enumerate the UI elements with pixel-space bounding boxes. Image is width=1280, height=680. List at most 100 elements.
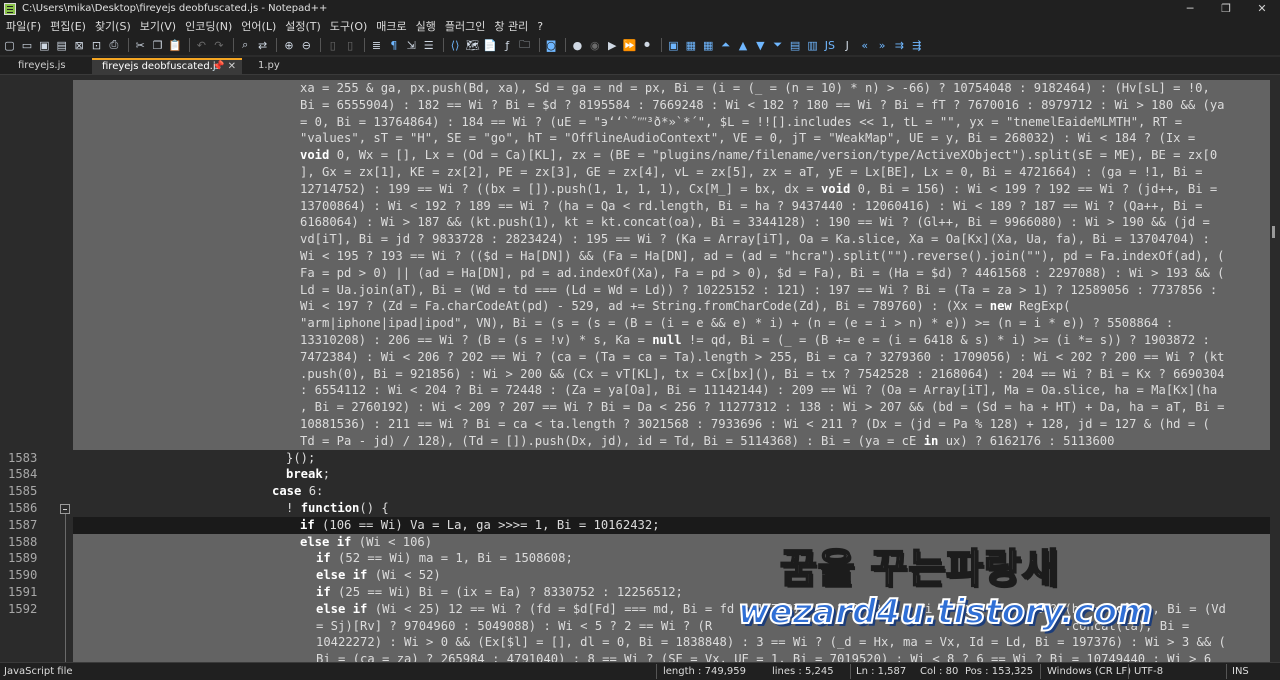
tab-fireyejs[interactable]: fireyejs.js [8, 58, 88, 75]
udl-icon[interactable]: ☰ [421, 38, 436, 53]
redo-icon[interactable]: ↷ [211, 38, 226, 53]
code-line[interactable]: ], Gx = zx[1], KE = zx[2], PE = zx[3], G… [0, 164, 1280, 181]
doc-map-icon[interactable]: 🗺 [465, 38, 480, 53]
code-line[interactable]: 1583}(); [0, 450, 1280, 467]
plugin-up2-icon[interactable]: ▲ [735, 38, 750, 53]
plugin-b-icon[interactable]: ▦ [683, 38, 698, 53]
function-list-icon[interactable]: ƒ [500, 38, 515, 53]
code-line[interactable]: 10422272) : Wi > 0 && (Ex[$l] = [], dl =… [0, 634, 1280, 652]
indent-guide-icon[interactable]: ⇲ [404, 38, 419, 53]
plugin-g-icon[interactable]: ⇶ [909, 38, 924, 53]
doc-list-icon[interactable]: 📄 [482, 38, 497, 53]
folder-workspace-icon[interactable]: 🗀 [517, 38, 532, 53]
maximize-button[interactable]: ❐ [1208, 0, 1244, 17]
plugin-fwd-icon[interactable]: » [875, 38, 890, 53]
code-line[interactable]: , Bi = 2760192) : Wi < 209 ? 207 == Wi ?… [0, 399, 1280, 417]
code-line[interactable]: Td = Pa - jd) / 128), (Td = []).push(Dx,… [0, 432, 1280, 450]
sync-vertical-icon[interactable]: ▯ [325, 38, 340, 53]
code-line[interactable]: xa = 255 & ga, px.push(Bd, xa), Sd = ga … [0, 80, 1280, 97]
plugin-up-icon[interactable]: ⏶ [718, 38, 733, 53]
code-line[interactable]: Bi = 6555904) : 182 == Wi ? Bi = $d ? 81… [0, 96, 1280, 114]
code-line[interactable]: 10881536) : 211 == Wi ? Bi = ca < ta.len… [0, 416, 1280, 433]
vertical-scrollbar[interactable] [1270, 76, 1280, 662]
code-line[interactable]: void 0, Wx = [], Lx = (Od = Ca)[KL], zx … [0, 147, 1280, 165]
close-window-button[interactable]: ✕ [1244, 0, 1280, 17]
menu-language[interactable]: 언어(L) [238, 18, 282, 34]
close-all-icon[interactable]: ⊡ [89, 38, 104, 53]
menu-help[interactable]: ? [534, 20, 549, 33]
save-icon[interactable]: ▣ [37, 38, 52, 53]
code-line[interactable]: 6168064) : Wi > 187 && (kt.push(1), kt =… [0, 214, 1280, 232]
plugin-e-icon[interactable]: ▥ [805, 38, 820, 53]
run-macro-multiple-icon[interactable]: ⏩ [622, 38, 637, 53]
tab-pin-close-icons[interactable]: 📌 ✕ [212, 60, 236, 74]
open-file-icon[interactable]: ▭ [19, 38, 34, 53]
code-line[interactable]: vd[iT], Bi = jd ? 9833728 : 2823424) : 1… [0, 231, 1280, 249]
code-line[interactable]: Bi = (ca = za) ? 265984 : 4791040) : 8 =… [0, 651, 1280, 662]
menu-plugins[interactable]: 플러그인 [442, 18, 491, 34]
plugin-down-icon[interactable]: ▼ [753, 38, 768, 53]
code-line[interactable]: 1588 else if (Wi < 106) [0, 533, 1280, 551]
zoom-in-icon[interactable]: ⊕ [281, 38, 296, 53]
code-line[interactable]: Wi < 197 ? (Zd = Fa.charCodeAt(pd) - 529… [0, 298, 1280, 316]
new-file-icon[interactable]: ▢ [2, 38, 17, 53]
code-line[interactable]: "arm|iphone|ipad|ipod", VN), Bi = (s = (… [0, 315, 1280, 333]
plugin-back-icon[interactable]: « [857, 38, 872, 53]
undo-icon[interactable]: ↶ [194, 38, 209, 53]
word-wrap-icon[interactable]: ≣ [369, 38, 384, 53]
code-line[interactable]: .push(0), Bi = 921856) : Wi > 200 && (Cx… [0, 365, 1280, 383]
plugin-d-icon[interactable]: ▤ [788, 38, 803, 53]
menu-search[interactable]: 찾기(S) [92, 18, 137, 34]
code-line[interactable]: Wi < 195 ? 193 == Wi ? (($d = Ha[DN]) &&… [0, 248, 1280, 265]
code-line[interactable]: 1590 else if (Wi < 52) [0, 567, 1280, 585]
find-icon[interactable]: ⌕ [238, 38, 253, 53]
tab-1-py[interactable]: 1.py [248, 58, 298, 75]
plugin-a-icon[interactable]: ▣ [666, 38, 681, 53]
code-line[interactable]: 1584 break; [0, 466, 1280, 483]
stop-macro-icon[interactable]: ◉ [587, 38, 602, 53]
play-macro-icon[interactable]: ▶ [605, 38, 620, 53]
menu-settings[interactable]: 설정(T) [282, 18, 327, 34]
code-line[interactable]: : 6554112 : Wi < 204 ? Bi = 72448 : (Za … [0, 382, 1280, 400]
paste-icon[interactable]: 📋 [168, 38, 183, 53]
plugin-down2-icon[interactable]: ⏷ [770, 38, 785, 53]
code-line[interactable]: 12714752) : 199 == Wi ? ((bx = []).push(… [0, 180, 1280, 198]
save-all-icon[interactable]: ▤ [54, 38, 69, 53]
monitoring-icon[interactable]: ◙ [544, 38, 559, 53]
zoom-out-icon[interactable]: ⊖ [299, 38, 314, 53]
menu-tools[interactable]: 도구(O) [327, 18, 373, 34]
code-line[interactable]: 1589 if (52 == Wi) ma = 1, Bi = 1508608; [0, 550, 1280, 568]
save-macro-icon[interactable]: ⏺ [640, 38, 655, 53]
menu-edit[interactable]: 편집(E) [47, 18, 92, 34]
code-line[interactable]: = 0, Bi = 13764864) : 184 == Wi ? (uE = … [0, 113, 1280, 131]
minimize-button[interactable]: ─ [1172, 0, 1208, 17]
menu-window[interactable]: 창 관리 [491, 18, 534, 34]
sync-horizontal-icon[interactable]: ▯ [343, 38, 358, 53]
scrollbar-thumb[interactable] [1272, 226, 1275, 238]
xml-tools-icon[interactable]: ⟨⟩ [448, 38, 463, 53]
menu-file[interactable]: 파일(F) [3, 18, 47, 34]
tab-fireyejs-deobfuscated[interactable]: fireyejs deobfuscated.js 📌 ✕ [92, 58, 242, 75]
menu-macro[interactable]: 매크로 [373, 18, 412, 34]
editor-area[interactable]: xa = 255 & ga, px.push(Bd, xa), Sd = ga … [0, 76, 1280, 662]
code-line[interactable]: "values", sT = "H", SE = "go", hT = "Off… [0, 130, 1280, 148]
cut-icon[interactable]: ✂ [133, 38, 148, 53]
close-icon[interactable]: ⊠ [72, 38, 87, 53]
code-line[interactable]: 1585 case 6: [0, 483, 1280, 500]
code-line[interactable]: 1587 if (106 == Wi) Va = La, ga >>>= 1, B… [0, 516, 1280, 534]
code-line[interactable]: 1586 ! function() { [0, 500, 1280, 517]
code-line[interactable]: Fa = pd > 0) || (ad = Ha[DN], pd = ad.in… [0, 264, 1280, 282]
show-all-chars-icon[interactable]: ¶ [386, 38, 401, 53]
plugin-c-icon[interactable]: ▦ [701, 38, 716, 53]
code-line[interactable]: Ld = Ua.join(aT), Bi = (Wd = td === (Ld … [0, 281, 1280, 299]
plugin-j-icon[interactable]: J [840, 38, 855, 53]
menu-view[interactable]: 보기(V) [137, 18, 182, 34]
code-line[interactable]: 13700864) : Wi < 192 ? 189 == Wi ? (ha =… [0, 197, 1280, 215]
menu-encoding[interactable]: 인코딩(N) [182, 18, 238, 34]
plugin-f-icon[interactable]: ⇉ [892, 38, 907, 53]
code-line[interactable]: 7472384) : Wi < 206 ? 202 == Wi ? (ca = … [0, 348, 1280, 366]
plugin-js-icon[interactable]: JS [822, 38, 837, 53]
code-line[interactable]: 13310208) : 206 == Wi ? (B = (s = !v) * … [0, 332, 1280, 349]
print-icon[interactable]: ⎙ [106, 38, 121, 53]
replace-icon[interactable]: ⇄ [255, 38, 270, 53]
